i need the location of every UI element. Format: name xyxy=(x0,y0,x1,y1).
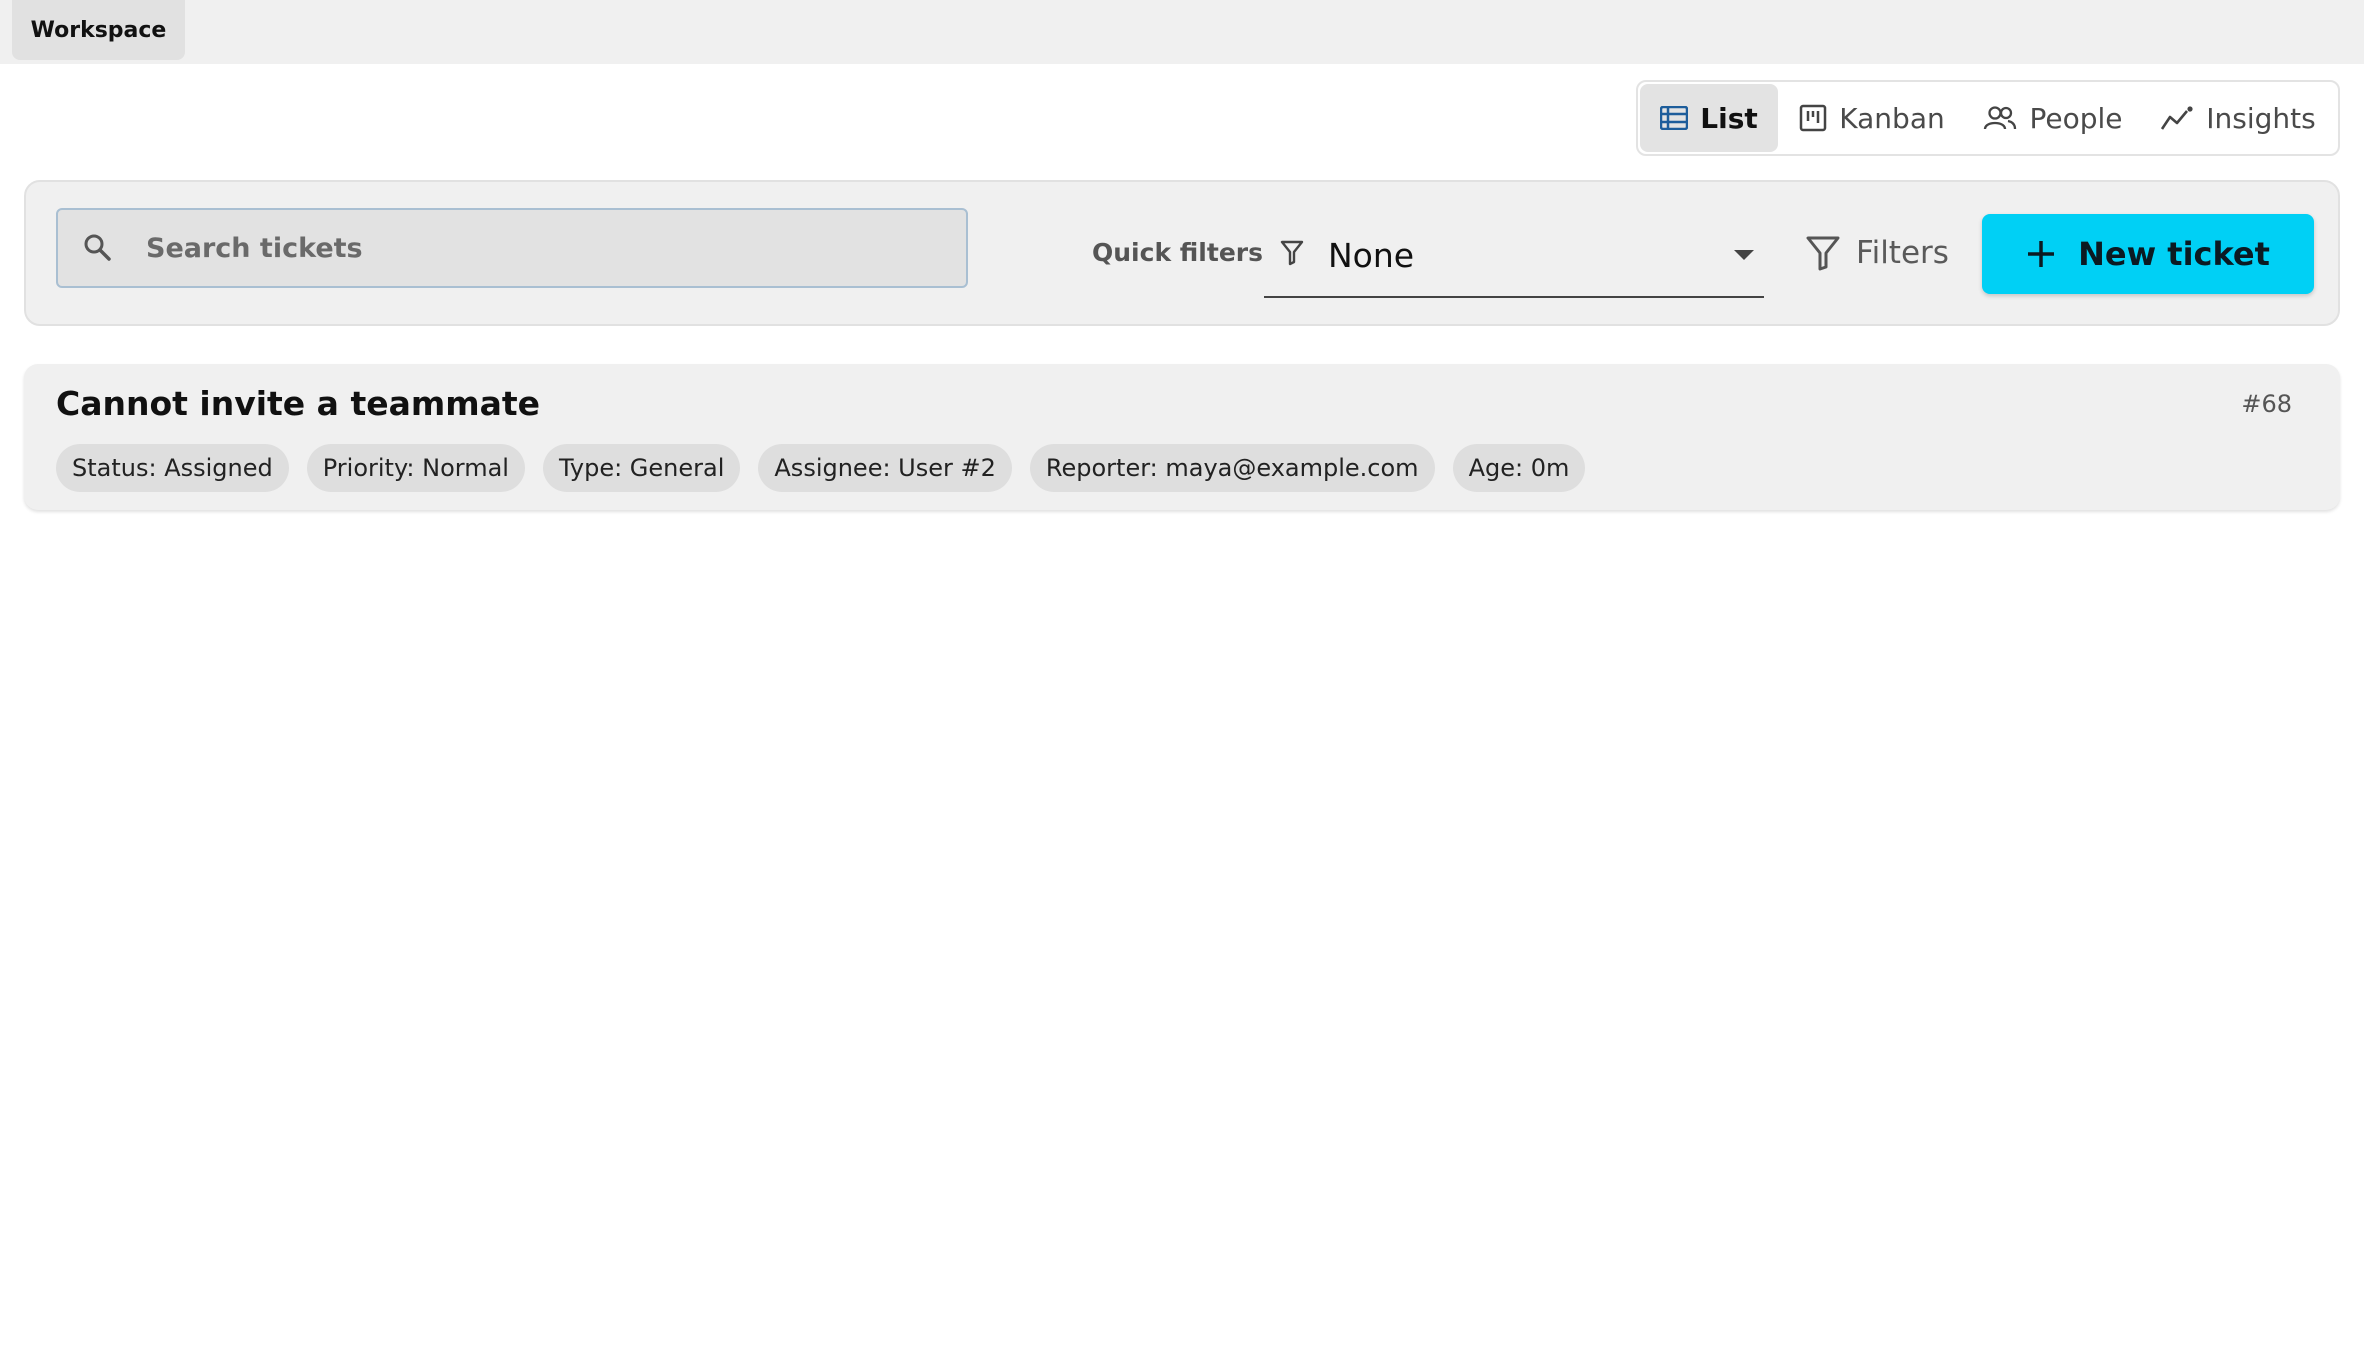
quick-filters-label: Quick filters xyxy=(1092,238,1263,267)
assignee-chip: Assignee: User #2 xyxy=(758,444,1012,492)
list-icon xyxy=(1660,106,1689,130)
ticket-chips: Status: Assigned Priority: Normal Type: … xyxy=(56,444,1586,492)
chevron-down-icon xyxy=(1734,250,1754,260)
view-kanban-button[interactable]: Kanban xyxy=(1778,84,1966,152)
search-icon xyxy=(84,234,111,261)
filters-button[interactable]: Filters xyxy=(1800,220,1955,286)
search-box[interactable] xyxy=(56,208,968,288)
quick-filters-value: None xyxy=(1328,236,1415,275)
age-chip: Age: 0m xyxy=(1452,444,1586,492)
ticket-toolbar: Quick filters None Filters New ticket xyxy=(24,180,2340,326)
view-people-button[interactable]: People xyxy=(1966,84,2140,152)
view-people-label: People xyxy=(2029,101,2123,135)
new-ticket-label: New ticket xyxy=(2078,235,2270,273)
filter-icon xyxy=(1280,240,1304,266)
kanban-icon xyxy=(1800,104,1827,132)
view-insights-label: Insights xyxy=(2206,101,2316,135)
ticket-title[interactable]: Cannot invite a teammate xyxy=(56,382,540,426)
type-chip: Type: General xyxy=(542,444,741,492)
new-ticket-button[interactable]: New ticket xyxy=(1982,214,2314,294)
quick-filters-select[interactable]: None xyxy=(1264,216,1764,298)
search-input[interactable] xyxy=(144,210,944,286)
insights-icon xyxy=(2161,106,2193,130)
plus-icon xyxy=(2028,241,2055,267)
workspace-tab[interactable]: Workspace xyxy=(12,0,185,60)
priority-chip: Priority: Normal xyxy=(306,444,525,492)
view-insights-button[interactable]: Insights xyxy=(2140,84,2336,152)
top-bar: Workspace xyxy=(0,0,2364,64)
status-chip: Status: Assigned xyxy=(56,444,289,492)
people-icon xyxy=(1984,106,2017,130)
view-kanban-label: Kanban xyxy=(1839,101,1945,135)
view-list-label: List xyxy=(1700,101,1758,135)
filters-label: Filters xyxy=(1856,235,1949,271)
ticket-id: #68 xyxy=(2241,390,2292,418)
reporter-chip: Reporter: maya@example.com xyxy=(1029,444,1435,492)
ticket-card[interactable]: Cannot invite a teammate #68 Status: Ass… xyxy=(24,364,2340,510)
view-switcher: List Kanban People Insights xyxy=(1636,80,2340,156)
funnel-icon xyxy=(1806,236,1840,271)
view-list-button[interactable]: List xyxy=(1640,84,1778,152)
